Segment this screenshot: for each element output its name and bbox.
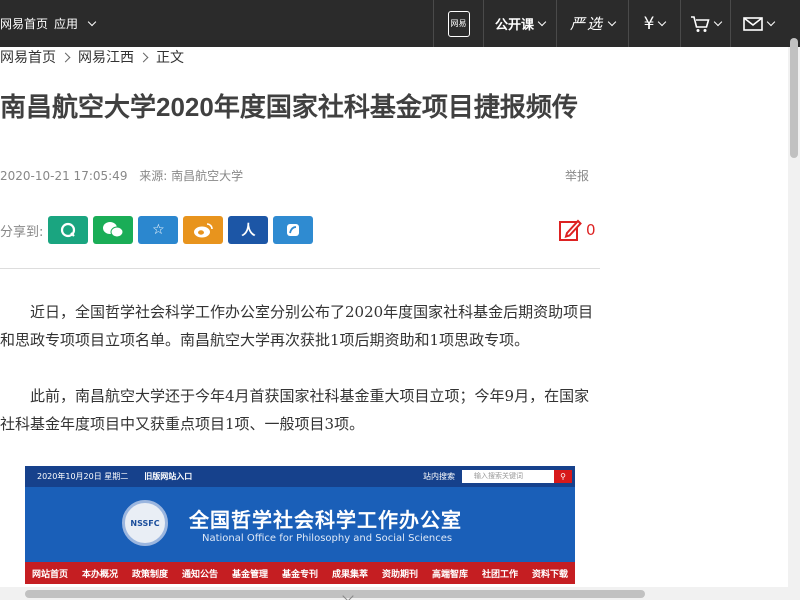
cart-menu[interactable] (680, 0, 730, 47)
vertical-scrollbar-thumb[interactable] (790, 38, 798, 158)
breadcrumb-jiangxi[interactable]: 网易江西 (78, 47, 134, 67)
home-link[interactable]: 网易首页 (0, 15, 48, 32)
open-course-label: 公开课 (494, 18, 534, 33)
article-paragraph: 此前，南昌航空大学还于今年4月首获国家社科基金重大项目立项；今年9月，在国家社科… (0, 387, 590, 433)
comment-button[interactable]: 0 (558, 216, 596, 244)
article-meta: 2020-10-21 17:05:49 来源: 南昌航空大学 (0, 167, 243, 184)
image-old-site: 旧版网站入口 (144, 472, 193, 481)
image-nav-item: 高端智库 (431, 569, 468, 580)
top-nav-bar: 网易首页 应用 网易 公开课 严选 ¥ (0, 0, 800, 47)
chevron-down-icon (713, 17, 723, 26)
article-paragraph: 近日，全国哲学社会科学工作办公室分别公布了2020年度国家社科基金后期资助项目和… (0, 303, 594, 349)
share-other-button[interactable] (273, 216, 314, 244)
share-favorite-button[interactable]: ☆ (138, 216, 179, 244)
image-nav-item: 基金专刊 (281, 569, 318, 580)
chevron-down-icon (537, 17, 547, 26)
qzone-icon (61, 222, 76, 238)
image-nav-item: 基金管理 (231, 569, 268, 580)
mail-menu[interactable] (730, 0, 786, 47)
article-image: 2020年10月20日 星期二 旧版网站入口 站内搜索 输入搜索关键词 ⚲ NS… (25, 466, 575, 584)
article-title: 南昌航空大学2020年度国家社科基金项目捷报频传 (0, 92, 578, 122)
renren-icon: 人 (241, 223, 256, 239)
yanxuan-label: 严选 (569, 15, 604, 33)
breadcrumb-current: 正文 (156, 50, 184, 66)
mail-icon (743, 16, 763, 31)
phone-icon: 网易 (447, 10, 470, 37)
share-wechat-button[interactable] (93, 216, 134, 244)
apps-menu[interactable]: 应用 (54, 15, 97, 32)
weibo-icon (194, 223, 214, 238)
wechat-icon (103, 222, 124, 238)
leaf-icon (287, 224, 300, 236)
share-renren-button[interactable]: 人 (228, 216, 269, 244)
image-nav-item: 成果集萃 (331, 569, 368, 580)
search-icon: ⚲ (554, 470, 572, 483)
article-datetime: 2020-10-21 17:05:49 (0, 169, 128, 183)
horizontal-scrollbar-thumb[interactable] (25, 590, 645, 598)
image-top-strip: 2020年10月20日 星期二 旧版网站入口 站内搜索 输入搜索关键词 ⚲ (25, 466, 575, 487)
comment-count: 0 (586, 221, 596, 239)
article-source[interactable]: 来源: 南昌航空大学 (139, 169, 243, 183)
yen-icon: ¥ (643, 13, 655, 34)
yanxuan-menu[interactable]: 严选 (556, 0, 628, 47)
image-site-search: 站内搜索 (423, 472, 455, 481)
share-weibo-button[interactable] (183, 216, 224, 244)
image-nav-item: 政策制度 (131, 569, 168, 580)
image-nav-item: 社团工作 (481, 569, 518, 580)
nssfc-logo: NSSFC (122, 500, 168, 546)
chevron-right-icon (138, 52, 149, 62)
breadcrumb-home[interactable]: 网易首页 (0, 47, 56, 67)
chevron-down-icon (87, 17, 97, 26)
open-course-menu[interactable]: 公开课 (483, 0, 556, 47)
chevron-down-icon (607, 17, 617, 26)
star-icon: ☆ (152, 222, 165, 238)
image-nav-item: 资助期刊 (381, 569, 418, 580)
chevron-down-icon (766, 17, 776, 26)
share-qzone-button[interactable] (48, 216, 89, 244)
share-label: 分享到: (0, 224, 44, 240)
image-search-box: 输入搜索关键词 (462, 470, 554, 483)
image-title-en: National Office for Philosophy and Socia… (202, 533, 453, 544)
image-nav-item: 资料下载 (531, 569, 568, 580)
image-date: 2020年10月20日 星期二 (37, 472, 129, 481)
image-title-cn: 全国哲学社会科学工作办公室 (189, 508, 462, 532)
edit-comment-icon (559, 219, 582, 241)
image-nav-item: 本办概况 (81, 569, 118, 580)
image-nav-item: 通知公告 (181, 569, 218, 580)
mobile-app-button[interactable]: 网易 (433, 0, 483, 47)
breadcrumb: 网易首页 网易江西 正文 (0, 47, 184, 67)
image-nav-bar: 网站首页 本办概况 政策制度 通知公告 基金管理 基金专刊 成果集萃 资助期刊 … (25, 562, 575, 584)
cart-icon (691, 15, 710, 32)
divider (0, 268, 600, 269)
chevron-right-icon (60, 52, 71, 62)
image-nav-item: 网站首页 (31, 569, 68, 580)
chevron-down-icon (658, 17, 667, 26)
payment-menu[interactable]: ¥ (628, 0, 680, 47)
apps-label: 应用 (54, 17, 79, 31)
report-link[interactable]: 举报 (565, 167, 589, 184)
share-bar: 分享到: ☆ 人 (0, 216, 318, 244)
